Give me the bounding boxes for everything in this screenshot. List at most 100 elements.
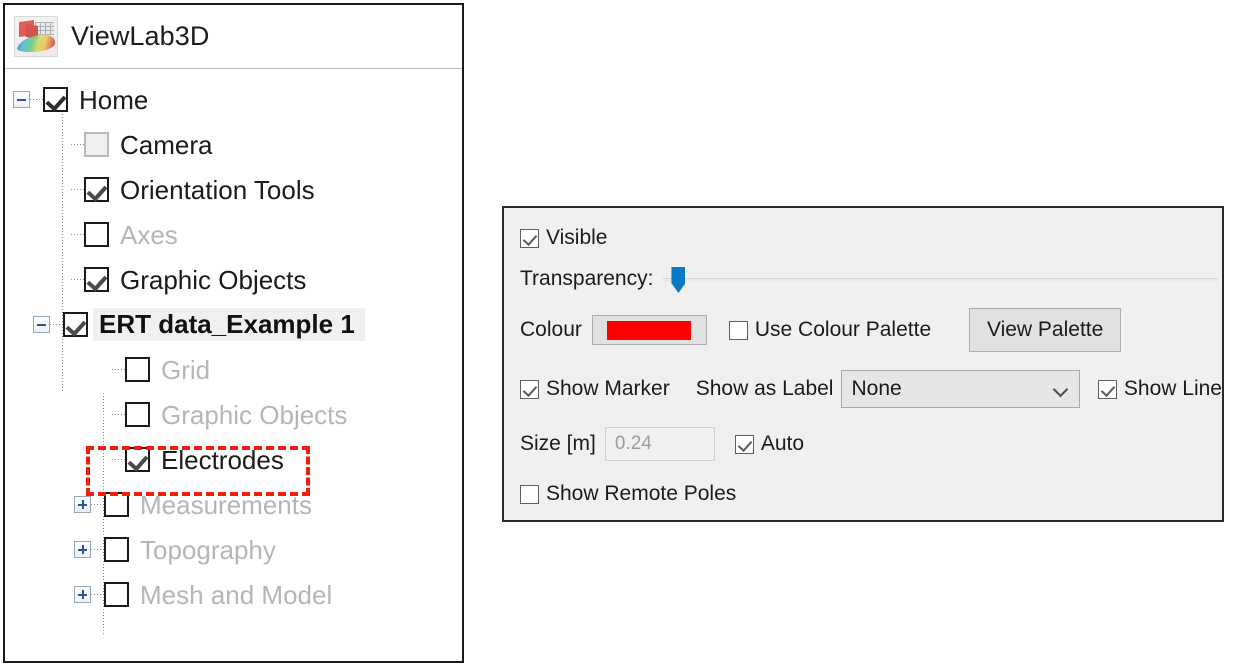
view-palette-button[interactable]: View Palette: [969, 308, 1122, 352]
tree-item-orientation-tools[interactable]: Orientation Tools: [5, 167, 462, 212]
checkbox-use-colour-palette[interactable]: [728, 320, 748, 340]
tree-item-camera[interactable]: Camera: [5, 122, 462, 167]
tree-connector: [112, 369, 125, 370]
visible-label: Visible: [546, 226, 608, 249]
tree-connector: [112, 414, 125, 415]
checkbox-orientation-tools[interactable]: [84, 177, 109, 202]
show-remote-poles-row[interactable]: Show Remote Poles: [520, 482, 1222, 506]
tree-connector: [30, 99, 43, 100]
slider-track[interactable]: [663, 278, 1218, 282]
use-colour-palette-label: Use Colour Palette: [754, 318, 932, 341]
tree-connector: [91, 504, 104, 505]
size-input[interactable]: 0.24: [604, 427, 715, 461]
tree-item-label: Graphic Objects: [120, 264, 307, 295]
checkbox-home[interactable]: [43, 87, 68, 112]
show-remote-poles-label: Show Remote Poles: [546, 482, 737, 505]
use-colour-palette-row[interactable]: Use Colour Palette: [728, 318, 932, 342]
plus-expander-icon[interactable]: [74, 541, 91, 558]
electrode-properties-panel: Visible Transparency: Colour Use Colour …: [502, 206, 1224, 522]
checkbox-camera[interactable]: [84, 132, 109, 157]
tree-item-label: Axes: [120, 219, 178, 250]
tree-item-graphic-objects[interactable]: Graphic Objects: [5, 257, 462, 302]
tree-item-label: Measurements: [140, 489, 312, 520]
app-titlebar: ViewLab3D: [5, 5, 462, 69]
tree-item-label: ERT data_Example 1: [93, 308, 365, 341]
screenshot-root: ViewLab3D Home Camera Orientation Tools …: [0, 0, 1233, 672]
plus-expander-icon[interactable]: [74, 586, 91, 603]
tree-item-label: Grid: [161, 354, 211, 385]
transparency-slider[interactable]: [663, 267, 1218, 293]
tree-item-home[interactable]: Home: [5, 77, 462, 122]
marker-row: Show Marker Show as Label None Show Line: [520, 370, 1222, 408]
checkbox-auto[interactable]: [734, 434, 754, 454]
show-marker-label: Show Marker: [546, 377, 670, 400]
tree-item-electrodes[interactable]: Electrodes: [5, 437, 462, 482]
visible-row: Visible: [520, 226, 1222, 250]
tree-item-ert-data-example-1[interactable]: ERT data_Example 1: [5, 302, 462, 347]
auto-row[interactable]: Auto: [734, 432, 805, 456]
tree-item-label: Camera: [120, 129, 213, 160]
checkbox-show-remote-poles[interactable]: [520, 484, 539, 504]
show-line-row[interactable]: Show Line: [1097, 377, 1222, 401]
colour-swatch: [607, 320, 692, 340]
checkbox-child-graphic-objects[interactable]: [125, 402, 150, 427]
checkbox-grid[interactable]: [125, 357, 150, 382]
tree-item-mesh-and-model[interactable]: Mesh and Model: [5, 572, 462, 617]
checkbox-axes[interactable]: [84, 222, 109, 247]
checkbox-measurements[interactable]: [104, 492, 129, 517]
show-as-label-label: Show as Label: [695, 377, 834, 400]
tree-connector: [71, 234, 84, 235]
checkbox-show-marker[interactable]: [520, 379, 539, 399]
tree-item-label: Orientation Tools: [120, 174, 315, 205]
app-title: ViewLab3D: [71, 21, 210, 51]
tree-item-label: Mesh and Model: [140, 579, 333, 610]
tree-connector: [91, 594, 104, 595]
tree-item-child-graphic-objects[interactable]: Graphic Objects: [5, 392, 462, 437]
tree-item-label: Graphic Objects: [161, 399, 348, 430]
checkbox-show-line[interactable]: [1097, 379, 1117, 399]
show-as-label-value: None: [851, 377, 902, 400]
auto-label: Auto: [760, 432, 805, 455]
tree-item-label: Topography: [140, 534, 276, 565]
tree-item-label: Electrodes: [161, 444, 284, 475]
colour-swatch-button[interactable]: [591, 315, 707, 345]
checkbox-ert-data-example-1[interactable]: [63, 312, 88, 337]
object-tree-panel: ViewLab3D Home Camera Orientation Tools …: [3, 3, 464, 663]
tree-item-grid[interactable]: Grid: [5, 347, 462, 392]
plus-expander-icon[interactable]: [74, 496, 91, 513]
tree-connector: [71, 279, 84, 280]
tree-connector: [71, 189, 84, 190]
tree-item-axes[interactable]: Axes: [5, 212, 462, 257]
checkbox-topography[interactable]: [104, 537, 129, 562]
tree-item-topography[interactable]: Topography: [5, 527, 462, 572]
colour-label: Colour: [520, 318, 582, 341]
show-as-label-select[interactable]: None: [841, 370, 1080, 408]
colour-row: Colour Use Colour Palette View Palette: [520, 308, 1222, 352]
size-label: Size [m]: [520, 432, 596, 455]
transparency-label: Transparency:: [520, 267, 654, 290]
checkbox-visible[interactable]: [520, 228, 539, 248]
chevron-down-icon[interactable]: [1052, 381, 1069, 398]
tree-connector: [71, 144, 84, 145]
tree-body: Home Camera Orientation Tools Axes Graph…: [5, 69, 462, 636]
checkbox-graphic-objects[interactable]: [84, 267, 109, 292]
tree-item-measurements[interactable]: Measurements: [5, 482, 462, 527]
checkbox-mesh-and-model[interactable]: [104, 582, 129, 607]
minus-expander-icon[interactable]: [13, 91, 30, 108]
tree-item-label: Home: [79, 84, 149, 115]
tree-connector: [91, 549, 104, 550]
size-row: Size [m] 0.24 Auto: [520, 427, 1222, 461]
transparency-row: Transparency:: [520, 267, 1222, 293]
tree-connector: [50, 324, 63, 325]
slider-handle[interactable]: [671, 267, 686, 293]
minus-expander-icon[interactable]: [33, 316, 50, 333]
tree-connector: [112, 459, 125, 460]
checkbox-electrodes[interactable]: [125, 447, 150, 472]
app-3d-thumbnail-icon: [14, 16, 58, 57]
